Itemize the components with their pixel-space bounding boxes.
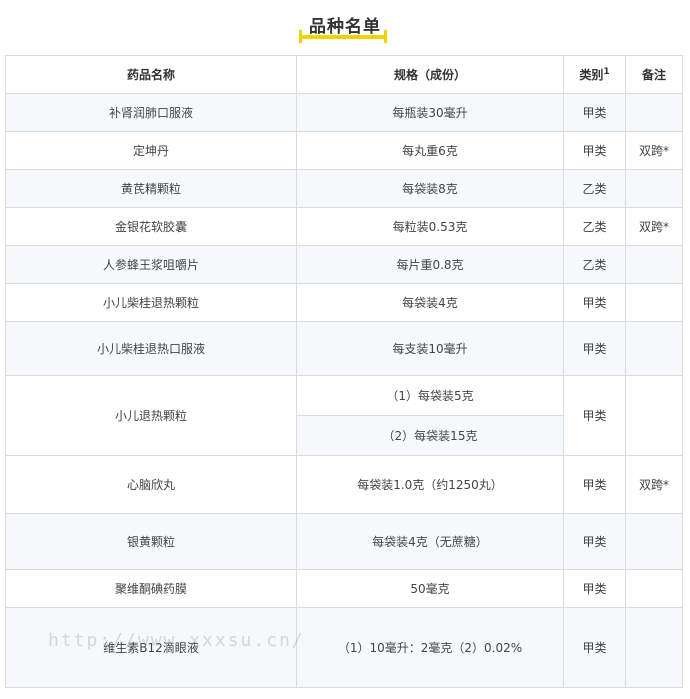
drug-name-cell: 心脑欣丸 — [5, 455, 297, 514]
table-row: 黄芪精颗粒 每袋装8克 乙类 — [5, 169, 683, 208]
drug-list-table: 药品名称 规格（成份） 类别1 备注 补肾润肺口服液 每瓶装30毫升 甲类 定坤… — [5, 55, 683, 688]
drug-category-cell: 乙类 — [563, 207, 626, 246]
table-row: 小儿退热颗粒 （1）每袋装5克 甲类 — [5, 375, 683, 456]
drug-name-cell: 银黄颗粒 — [5, 513, 297, 570]
drug-note-cell — [625, 169, 683, 208]
drug-note-cell — [625, 245, 683, 284]
drug-spec-cell: 每支装10毫升 — [296, 321, 564, 376]
drug-name-cell: 聚维酮碘药膜 — [5, 569, 297, 608]
header-category-label: 类别 — [579, 68, 604, 82]
drug-spec-cell: （1）10毫升：2毫克（2）0.02% — [296, 607, 564, 688]
table-row: 金银花软胶囊 每粒装0.53克 乙类 双跨* — [5, 207, 683, 246]
drug-note-cell — [625, 283, 683, 322]
drug-spec-cell: 每袋装4克（无蔗糖） — [296, 513, 564, 570]
drug-category-cell: 甲类 — [563, 569, 626, 608]
drug-spec-cell: 每袋装1.0克（约1250丸） — [296, 455, 564, 514]
table-header-row: 药品名称 规格（成份） 类别1 备注 — [5, 55, 683, 94]
table-row: 维生素B12滴眼液 （1）10毫升：2毫克（2）0.02% 甲类 — [5, 607, 683, 688]
drug-note-cell — [625, 321, 683, 376]
drug-note-cell: 双跨* — [625, 455, 683, 514]
drug-category-cell: 乙类 — [563, 245, 626, 284]
drug-name-cell: 小儿退热颗粒 — [5, 375, 297, 456]
header-note: 备注 — [625, 55, 683, 94]
drug-category-cell: 甲类 — [563, 607, 626, 688]
drug-name-cell: 小儿柴桂退热颗粒 — [5, 283, 297, 322]
drug-note-cell — [625, 375, 683, 456]
drug-category-cell: 甲类 — [563, 321, 626, 376]
drug-note-cell — [625, 513, 683, 570]
table-row: 银黄颗粒 每袋装4克（无蔗糖） 甲类 — [5, 513, 683, 570]
title-underline — [299, 30, 387, 43]
drug-name-cell: 金银花软胶囊 — [5, 207, 297, 246]
table-row: 小儿柴桂退热颗粒 每袋装4克 甲类 — [5, 283, 683, 322]
table-row: 心脑欣丸 每袋装1.0克（约1250丸） 甲类 双跨* — [5, 455, 683, 514]
drug-spec-cell: （2）每袋装15克 — [296, 415, 564, 456]
header-spec: 规格（成份） — [296, 55, 564, 94]
drug-spec-cell: 50毫克 — [296, 569, 564, 608]
table-row: 补肾润肺口服液 每瓶装30毫升 甲类 — [5, 93, 683, 132]
drug-category-cell: 甲类 — [563, 455, 626, 514]
header-drug-name: 药品名称 — [5, 55, 297, 94]
drug-name-cell: 人参蜂王浆咀嚼片 — [5, 245, 297, 284]
page-title: 品种名单 — [309, 17, 381, 37]
table-row: 小儿柴桂退热口服液 每支装10毫升 甲类 — [5, 321, 683, 376]
drug-spec-cell: 每粒装0.53克 — [296, 207, 564, 246]
drug-category-cell: 甲类 — [563, 513, 626, 570]
drug-note-cell — [625, 93, 683, 132]
drug-note-cell: 双跨* — [625, 207, 683, 246]
drug-spec-cell: 每片重0.8克 — [296, 245, 564, 284]
drug-category-cell: 甲类 — [563, 93, 626, 132]
drug-spec-cell: 每丸重6克 — [296, 131, 564, 170]
drug-name-cell: 补肾润肺口服液 — [5, 93, 297, 132]
drug-category-cell: 乙类 — [563, 169, 626, 208]
drug-spec-cell: 每袋装8克 — [296, 169, 564, 208]
table-row: 人参蜂王浆咀嚼片 每片重0.8克 乙类 — [5, 245, 683, 284]
title-area: 品种名单 — [0, 0, 690, 48]
drug-category-cell: 甲类 — [563, 283, 626, 322]
header-category: 类别1 — [563, 55, 626, 94]
drug-category-cell: 甲类 — [563, 131, 626, 170]
drug-name-cell: 黄芪精颗粒 — [5, 169, 297, 208]
drug-spec-cell: 每袋装4克 — [296, 283, 564, 322]
drug-category-cell: 甲类 — [563, 375, 626, 456]
drug-name-cell: 定坤丹 — [5, 131, 297, 170]
header-category-footnote: 1 — [603, 67, 610, 77]
table-row: 定坤丹 每丸重6克 甲类 双跨* — [5, 131, 683, 170]
drug-name-cell: 维生素B12滴眼液 — [5, 607, 297, 688]
table-row: 聚维酮碘药膜 50毫克 甲类 — [5, 569, 683, 608]
drug-note-cell — [625, 569, 683, 608]
drug-spec-cell: （1）每袋装5克 — [296, 375, 564, 416]
drug-name-cell: 小儿柴桂退热口服液 — [5, 321, 297, 376]
drug-note-cell: 双跨* — [625, 131, 683, 170]
drug-spec-cell: 每瓶装30毫升 — [296, 93, 564, 132]
drug-note-cell — [625, 607, 683, 688]
